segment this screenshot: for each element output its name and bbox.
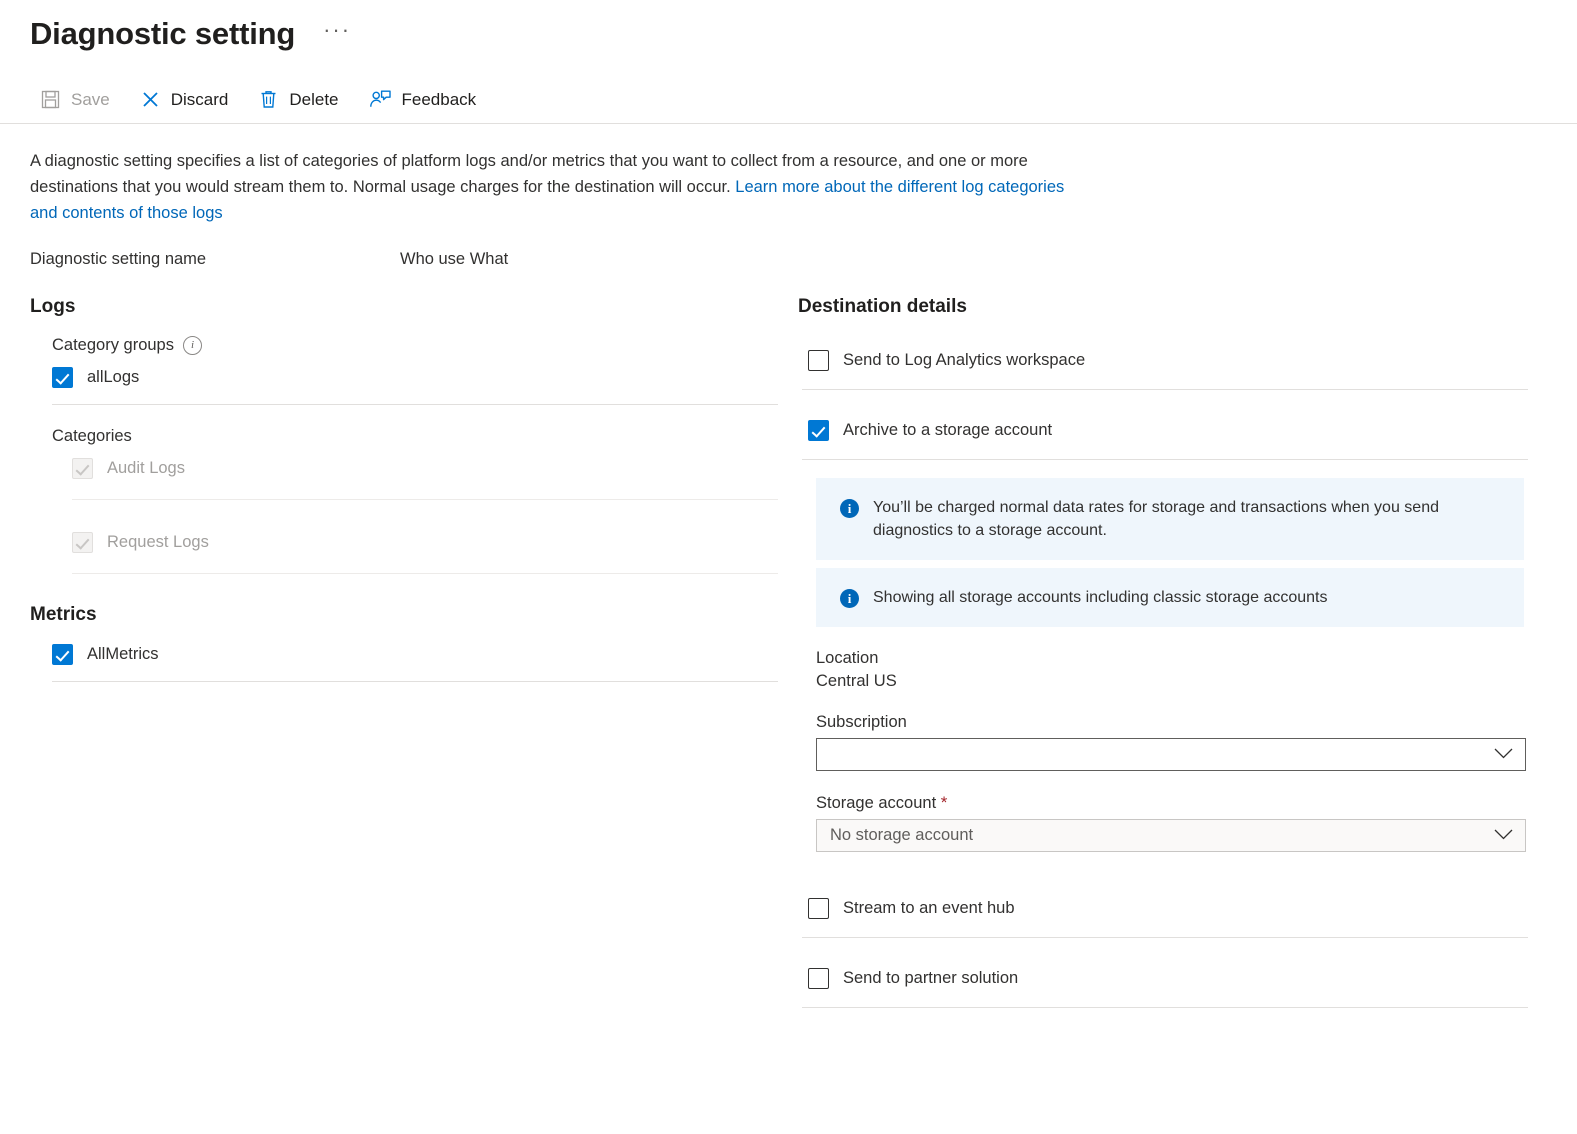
page-header: Diagnostic setting ··· <box>0 0 1577 54</box>
category-groups-label-row: Category groups i <box>52 336 790 355</box>
delete-button[interactable]: Delete <box>252 83 352 116</box>
delete-button-label: Delete <box>289 90 338 110</box>
category-groups-label: Category groups <box>52 336 174 355</box>
partner-solution-checkbox[interactable] <box>808 968 829 989</box>
destination-details-column: Destination details Send to Log Analytic… <box>790 296 1560 1008</box>
infobar-storage-rates-text: You’ll be charged normal data rates for … <box>873 496 1504 542</box>
diagnostic-setting-name-value[interactable]: Who use What <box>400 248 508 270</box>
location-label: Location <box>816 649 1526 668</box>
command-bar: Save Discard Delete Fee <box>0 76 1577 124</box>
subscription-dropdown[interactable] <box>816 738 1526 771</box>
checkbox-row-request-logs: Request Logs <box>72 532 790 553</box>
checkbox-row-partner-solution[interactable]: Send to partner solution <box>808 968 1560 989</box>
request-logs-checkbox <box>72 532 93 553</box>
log-analytics-label: Send to Log Analytics workspace <box>843 351 1085 370</box>
event-hub-checkbox[interactable] <box>808 898 829 919</box>
checkbox-row-alllogs[interactable]: allLogs <box>52 367 790 388</box>
diagnostic-setting-name-label: Diagnostic setting name <box>30 248 400 270</box>
metrics-heading: Metrics <box>30 604 790 626</box>
archive-storage-checkbox[interactable] <box>808 420 829 441</box>
save-icon <box>40 89 61 110</box>
save-button[interactable]: Save <box>34 83 124 116</box>
logs-heading: Logs <box>30 296 790 318</box>
infobar-classic-accounts-text: Showing all storage accounts including c… <box>873 586 1327 609</box>
discard-button-label: Discard <box>171 90 229 110</box>
info-icon: i <box>840 589 859 608</box>
logs-metrics-column: Logs Category groups i allLogs Categorie… <box>0 296 790 1008</box>
divider-after-archive-storage <box>802 459 1528 460</box>
feedback-button-label: Feedback <box>402 90 477 110</box>
description-text: A diagnostic setting specifies a list of… <box>30 148 1070 226</box>
archive-storage-label: Archive to a storage account <box>843 421 1052 440</box>
event-hub-label: Stream to an event hub <box>843 899 1015 918</box>
infobar-storage-rates: i You’ll be charged normal data rates fo… <box>816 478 1524 560</box>
subscription-label: Subscription <box>816 713 1526 732</box>
divider-after-partner-solution <box>802 1007 1528 1008</box>
audit-logs-label: Audit Logs <box>107 459 185 478</box>
save-button-label: Save <box>71 90 110 110</box>
checkbox-row-audit-logs: Audit Logs <box>72 458 790 479</box>
discard-icon <box>140 89 161 110</box>
feedback-button[interactable]: Feedback <box>363 83 491 116</box>
alllogs-label: allLogs <box>87 368 139 387</box>
request-logs-label: Request Logs <box>107 533 209 552</box>
body-columns: Logs Category groups i allLogs Categorie… <box>0 296 1577 1008</box>
discard-button[interactable]: Discard <box>134 83 243 116</box>
diagnostic-setting-name-row: Diagnostic setting name Who use What <box>30 248 1577 270</box>
chevron-down-icon <box>1494 826 1513 845</box>
chevron-down-icon <box>1494 745 1513 764</box>
info-icon: i <box>840 499 859 518</box>
log-analytics-checkbox[interactable] <box>808 350 829 371</box>
categories-label: Categories <box>52 427 790 446</box>
allmetrics-checkbox[interactable] <box>52 644 73 665</box>
checkbox-row-log-analytics[interactable]: Send to Log Analytics workspace <box>808 350 1560 371</box>
storage-account-dropdown-value: No storage account <box>830 826 973 845</box>
more-options-menu-icon[interactable]: ··· <box>317 17 357 51</box>
info-icon[interactable]: i <box>183 336 202 355</box>
divider-after-allmetrics <box>52 681 778 682</box>
checkbox-row-allmetrics[interactable]: AllMetrics <box>52 644 790 665</box>
feedback-icon <box>369 89 392 110</box>
allmetrics-label: AllMetrics <box>87 645 159 664</box>
subscription-field: Subscription <box>816 713 1526 771</box>
checkbox-row-archive-storage[interactable]: Archive to a storage account <box>808 420 1560 441</box>
delete-icon <box>258 89 279 110</box>
checkbox-row-event-hub[interactable]: Stream to an event hub <box>808 898 1560 919</box>
infobar-classic-accounts: i Showing all storage accounts including… <box>816 568 1524 627</box>
destination-details-heading: Destination details <box>798 296 1560 318</box>
audit-logs-checkbox <box>72 458 93 479</box>
page-title: Diagnostic setting <box>30 14 295 54</box>
partner-solution-label: Send to partner solution <box>843 969 1018 988</box>
location-field: Location Central US <box>816 649 1526 691</box>
storage-account-dropdown[interactable]: No storage account <box>816 819 1526 852</box>
storage-account-label: Storage account * <box>816 793 1526 813</box>
divider-after-alllogs <box>52 404 778 405</box>
required-asterisk: * <box>941 793 948 812</box>
alllogs-checkbox[interactable] <box>52 367 73 388</box>
storage-account-field: Storage account * No storage account <box>816 793 1526 852</box>
storage-account-label-text: Storage account <box>816 794 936 812</box>
location-value: Central US <box>816 672 1526 691</box>
